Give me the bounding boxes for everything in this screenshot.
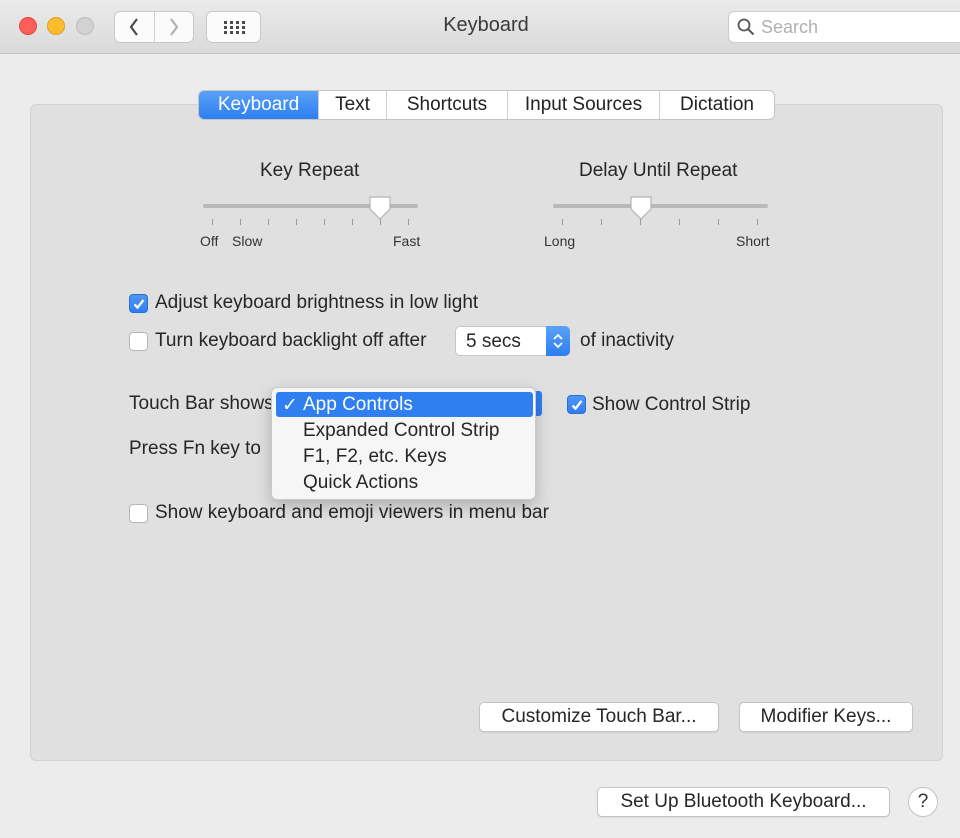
menu-item-function-keys[interactable]: F1, F2, etc. Keys (276, 444, 533, 469)
tab-text[interactable]: Text (318, 91, 386, 119)
delay-short-label: Short (736, 233, 770, 249)
menu-item-label: Quick Actions (303, 472, 419, 493)
checkmark-icon (571, 400, 583, 411)
slider-tick (352, 219, 353, 225)
search-icon (737, 18, 755, 36)
back-button[interactable] (115, 12, 154, 42)
delay-long-label: Long (544, 233, 576, 249)
slider-tick (324, 219, 325, 225)
tab-dictation[interactable]: Dictation (659, 91, 774, 119)
touch-bar-menu: ✓ App Controls Expanded Control Strip F1… (271, 387, 536, 500)
menu-item-app-controls[interactable]: ✓ App Controls (276, 392, 533, 417)
slider-tick (408, 219, 409, 225)
emoji-viewers-label: Show keyboard and emoji viewers in menu … (155, 502, 549, 523)
chevron-left-icon (129, 18, 139, 36)
slider-tick (296, 219, 297, 225)
show-control-strip-label: Show Control Strip (592, 394, 751, 415)
slider-tick (601, 219, 602, 225)
key-repeat-title: Key Repeat (260, 160, 360, 181)
press-fn-label: Press Fn key to (129, 438, 261, 459)
show-all-button[interactable] (206, 11, 261, 43)
forward-button[interactable] (153, 12, 194, 42)
window-title: Keyboard (443, 14, 529, 36)
inactivity-label: of inactivity (580, 330, 674, 351)
slider-tick (268, 219, 269, 225)
search-input[interactable] (761, 16, 951, 38)
key-repeat-knob[interactable] (368, 195, 392, 221)
tab-bar: Keyboard Text Shortcuts Input Sources Di… (198, 90, 775, 120)
customize-touch-bar-button[interactable]: Customize Touch Bar... (479, 702, 719, 732)
slider-tick (212, 219, 213, 225)
menu-item-label: Expanded Control Strip (303, 420, 500, 441)
modifier-keys-button[interactable]: Modifier Keys... (739, 702, 913, 732)
menu-item-expanded-control-strip[interactable]: Expanded Control Strip (276, 418, 533, 443)
check-mark-icon: ✓ (282, 395, 298, 416)
checkmark-icon (133, 299, 145, 310)
adjust-brightness-label: Adjust keyboard brightness in low light (155, 292, 479, 313)
show-control-strip-checkbox[interactable] (567, 395, 586, 414)
grid-icon (223, 21, 245, 34)
key-repeat-off-label: Off (200, 233, 219, 249)
key-repeat-slow-label: Slow (232, 233, 263, 249)
key-repeat-fast-label: Fast (393, 233, 421, 249)
menu-item-label: F1, F2, etc. Keys (303, 446, 447, 467)
adjust-brightness-checkbox[interactable] (129, 294, 148, 313)
bluetooth-keyboard-button[interactable]: Set Up Bluetooth Keyboard... (597, 787, 890, 817)
title-bar: Keyboard (0, 0, 960, 54)
tab-shortcuts[interactable]: Shortcuts (386, 91, 507, 119)
minimize-window-button[interactable] (47, 17, 65, 35)
backlight-off-label: Turn keyboard backlight off after (155, 330, 427, 351)
touch-bar-shows-label: Touch Bar shows (129, 393, 274, 414)
backlight-off-checkbox[interactable] (129, 332, 148, 351)
slider-tick (718, 219, 719, 225)
help-button[interactable]: ? (908, 787, 938, 817)
tab-keyboard[interactable]: Keyboard (199, 91, 318, 119)
navigation-buttons (114, 11, 194, 43)
backlight-timeout-value: 5 secs (466, 331, 521, 352)
menu-item-label: App Controls (303, 394, 413, 415)
tab-input-sources[interactable]: Input Sources (507, 91, 659, 119)
slider-tick (562, 219, 563, 225)
slider-tick (757, 219, 758, 225)
popup-arrows-icon (546, 326, 570, 356)
slider-tick (679, 219, 680, 225)
delay-until-repeat-title: Delay Until Repeat (579, 160, 738, 181)
chevron-right-icon (169, 18, 179, 36)
delay-until-repeat-track (553, 204, 768, 208)
backlight-timeout-popup[interactable]: 5 secs (455, 326, 570, 356)
zoom-window-button (76, 17, 94, 35)
slider-tick (240, 219, 241, 225)
close-window-button[interactable] (19, 17, 37, 35)
emoji-viewers-checkbox[interactable] (129, 504, 148, 523)
search-field[interactable] (728, 11, 960, 43)
menu-item-quick-actions[interactable]: Quick Actions (276, 470, 533, 495)
delay-until-repeat-knob[interactable] (629, 195, 653, 221)
